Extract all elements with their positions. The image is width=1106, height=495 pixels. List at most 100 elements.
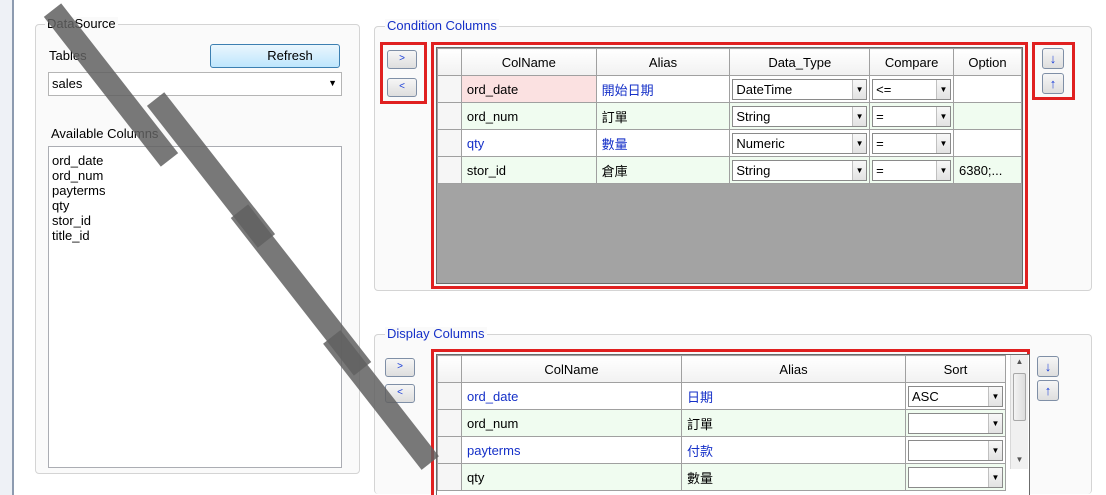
colname-cell[interactable]: ord_num bbox=[461, 409, 682, 437]
option-cell[interactable] bbox=[953, 75, 1022, 103]
chevron-down-icon[interactable]: ▼ bbox=[852, 79, 867, 99]
table-row[interactable]: stor_id 倉庫 String ▼ = ▼ 6380;... bbox=[437, 156, 1022, 184]
data-type-combo[interactable]: String ▼ bbox=[732, 159, 868, 181]
list-item[interactable]: title_id bbox=[49, 228, 341, 243]
alias-cell[interactable]: 倉庫 bbox=[595, 156, 731, 184]
sort-combo[interactable]: ASC ▼ bbox=[908, 385, 1003, 407]
table-row[interactable]: ord_date 開始日期 DateTime ▼ <= ▼ bbox=[437, 75, 1022, 103]
scroll-up-icon[interactable]: ▲ bbox=[1011, 357, 1028, 366]
chevron-down-icon[interactable]: ▼ bbox=[936, 160, 951, 180]
row-header[interactable] bbox=[437, 382, 462, 410]
alias-cell[interactable]: 日期 bbox=[681, 382, 906, 410]
table-row[interactable]: qty 數量 Numeric ▼ = ▼ bbox=[437, 129, 1022, 157]
refresh-button[interactable]: Refresh bbox=[210, 44, 340, 68]
sort-cell[interactable]: ▼ bbox=[905, 463, 1006, 491]
row-header[interactable] bbox=[437, 156, 462, 184]
option-cell[interactable] bbox=[953, 129, 1022, 157]
condition-remove-button[interactable]: < bbox=[387, 78, 417, 97]
table-row[interactable]: ord_num 訂單 ▼ bbox=[437, 409, 1006, 437]
colname-cell[interactable]: qty bbox=[461, 463, 682, 491]
compare-combo[interactable]: = ▼ bbox=[872, 105, 952, 127]
display-add-button[interactable]: > bbox=[385, 358, 415, 377]
condition-move-down-button[interactable]: ↓ bbox=[1042, 48, 1064, 69]
condition-move-up-button[interactable]: ↑ bbox=[1042, 73, 1064, 94]
sort-cell[interactable]: ▼ bbox=[905, 409, 1006, 437]
colname-cell[interactable]: ord_date bbox=[461, 382, 682, 410]
alias-cell[interactable]: 數量 bbox=[595, 129, 731, 157]
chevron-down-icon[interactable]: ▼ bbox=[936, 133, 951, 153]
colname-cell[interactable]: stor_id bbox=[460, 156, 597, 184]
display-grid-scrollbar[interactable]: ▲ ▼ bbox=[1010, 355, 1028, 469]
compare-cell[interactable]: <= ▼ bbox=[869, 75, 955, 103]
compare-cell[interactable]: = ▼ bbox=[869, 156, 955, 184]
chevron-down-icon[interactable]: ▼ bbox=[852, 160, 867, 180]
chevron-down-icon[interactable]: ▼ bbox=[852, 106, 867, 126]
table-row[interactable]: payterms 付款 ▼ bbox=[437, 436, 1006, 464]
chevron-down-icon[interactable]: ▼ bbox=[988, 413, 1002, 433]
data-type-cell[interactable]: String ▼ bbox=[729, 102, 871, 130]
chevron-down-icon[interactable]: ▼ bbox=[852, 133, 867, 153]
compare-cell[interactable]: = ▼ bbox=[869, 129, 955, 157]
sort-cell[interactable]: ASC ▼ bbox=[905, 382, 1006, 410]
data-type-combo[interactable]: Numeric ▼ bbox=[732, 132, 868, 154]
alias-cell[interactable]: 付款 bbox=[681, 436, 906, 464]
scroll-down-icon[interactable]: ▼ bbox=[1011, 455, 1028, 464]
compare-combo[interactable]: <= ▼ bbox=[872, 78, 952, 100]
col-header-data-type[interactable]: Data_Type bbox=[729, 48, 871, 76]
colname-cell[interactable]: ord_num bbox=[460, 102, 597, 130]
row-header[interactable] bbox=[437, 129, 462, 157]
scroll-thumb[interactable] bbox=[1013, 373, 1026, 421]
col-header-option[interactable]: Option bbox=[953, 48, 1022, 76]
alias-cell[interactable]: 訂單 bbox=[595, 102, 731, 130]
list-item[interactable]: qty bbox=[49, 198, 341, 213]
chevron-down-icon[interactable]: ▼ bbox=[988, 386, 1002, 406]
chevron-down-icon[interactable]: ▼ bbox=[988, 440, 1002, 460]
condition-add-button[interactable]: > bbox=[387, 50, 417, 69]
col-header-colname[interactable]: ColName bbox=[461, 355, 682, 383]
chevron-down-icon[interactable]: ▼ bbox=[936, 106, 951, 126]
data-type-cell[interactable]: DateTime ▼ bbox=[729, 75, 871, 103]
col-header-sort[interactable]: Sort bbox=[905, 355, 1006, 383]
list-item[interactable]: ord_num bbox=[49, 168, 341, 183]
compare-cell[interactable]: = ▼ bbox=[869, 102, 955, 130]
row-header[interactable] bbox=[437, 75, 462, 103]
data-type-cell[interactable]: String ▼ bbox=[729, 156, 871, 184]
col-header-compare[interactable]: Compare bbox=[869, 48, 955, 76]
chevron-down-icon[interactable]: ▼ bbox=[936, 79, 951, 99]
display-move-down-button[interactable]: ↓ bbox=[1037, 356, 1059, 377]
colname-cell[interactable]: payterms bbox=[461, 436, 682, 464]
chevron-down-icon[interactable]: ▼ bbox=[988, 467, 1002, 487]
condition-grid[interactable]: ColName Alias Data_Type Compare Option o… bbox=[436, 47, 1023, 284]
display-grid[interactable]: ColName Alias Sort ord_date 日期 ASC ▼ ord_… bbox=[436, 354, 1030, 495]
compare-combo[interactable]: = ▼ bbox=[872, 159, 952, 181]
col-header-colname[interactable]: ColName bbox=[460, 48, 597, 76]
option-cell[interactable]: 6380;... bbox=[953, 156, 1022, 184]
colname-cell[interactable]: qty bbox=[460, 129, 597, 157]
sort-combo[interactable]: ▼ bbox=[908, 466, 1003, 488]
sort-cell[interactable]: ▼ bbox=[905, 436, 1006, 464]
alias-cell[interactable]: 開始日期 bbox=[595, 75, 731, 103]
table-row[interactable]: qty 數量 ▼ bbox=[437, 463, 1006, 491]
table-row[interactable]: ord_num 訂單 String ▼ = ▼ bbox=[437, 102, 1022, 130]
available-columns-list[interactable]: ord_date ord_num payterms qty stor_id ti… bbox=[48, 146, 342, 468]
col-header-alias[interactable]: Alias bbox=[595, 48, 731, 76]
col-header-alias[interactable]: Alias bbox=[681, 355, 906, 383]
display-move-up-button[interactable]: ↑ bbox=[1037, 380, 1059, 401]
list-item[interactable]: stor_id bbox=[49, 213, 341, 228]
compare-combo[interactable]: = ▼ bbox=[872, 132, 952, 154]
data-type-cell[interactable]: Numeric ▼ bbox=[729, 129, 871, 157]
data-type-combo[interactable]: String ▼ bbox=[732, 105, 868, 127]
table-row[interactable]: ord_date 日期 ASC ▼ bbox=[437, 382, 1006, 410]
data-type-combo[interactable]: DateTime ▼ bbox=[732, 78, 868, 100]
list-item[interactable]: payterms bbox=[49, 183, 341, 198]
row-header[interactable] bbox=[437, 409, 462, 437]
row-header[interactable] bbox=[437, 463, 462, 491]
alias-cell[interactable]: 訂單 bbox=[681, 409, 906, 437]
row-header[interactable] bbox=[437, 436, 462, 464]
colname-cell[interactable]: ord_date bbox=[460, 75, 597, 103]
alias-cell[interactable]: 數量 bbox=[681, 463, 906, 491]
sort-combo[interactable]: ▼ bbox=[908, 439, 1003, 461]
sort-combo[interactable]: ▼ bbox=[908, 412, 1003, 434]
row-header[interactable] bbox=[437, 102, 462, 130]
option-cell[interactable] bbox=[953, 102, 1022, 130]
